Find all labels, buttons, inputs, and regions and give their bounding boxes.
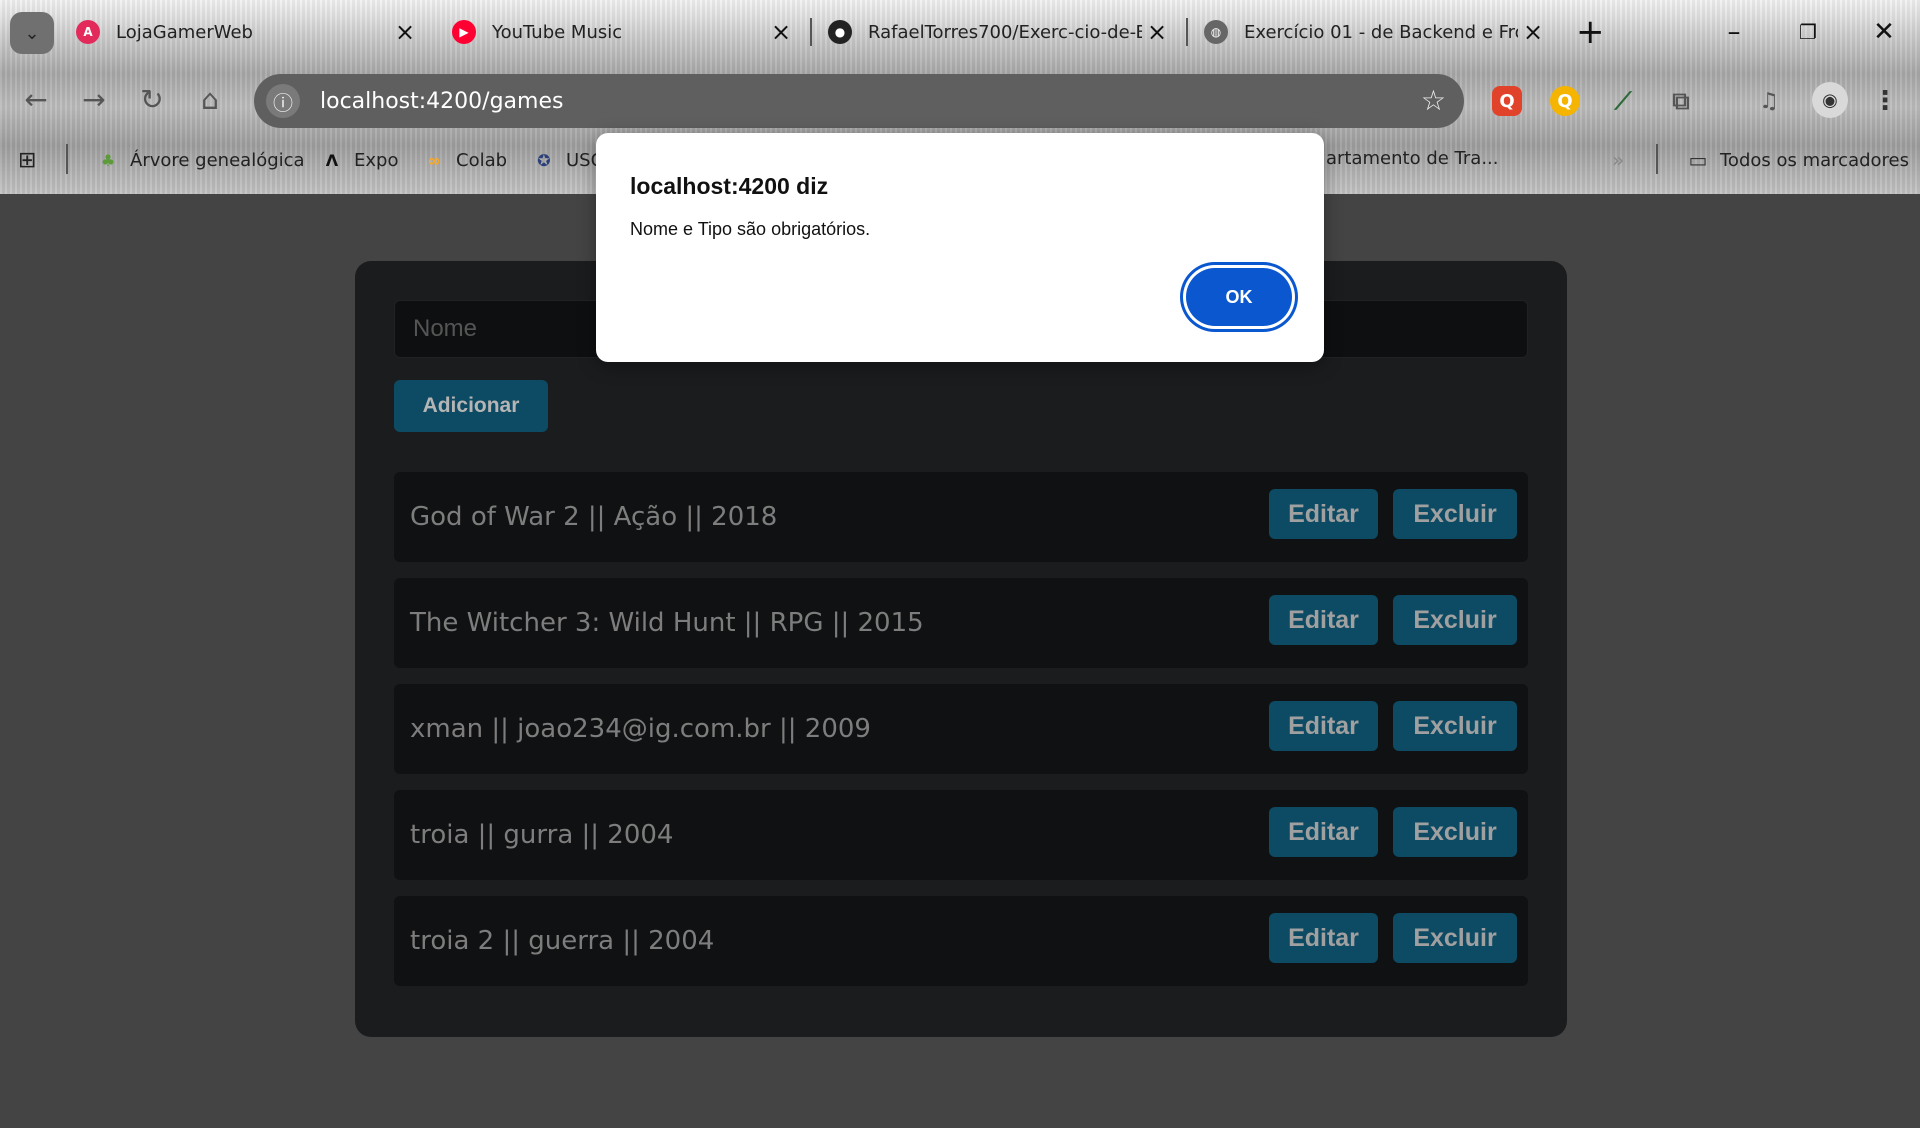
close-icon[interactable]: ×: [390, 18, 420, 46]
delete-button[interactable]: Excluir: [1393, 807, 1517, 857]
alert-dialog: localhost:4200 diz Nome e Tipo são obrig…: [596, 133, 1324, 362]
game-row: troia 2 || guerra || 2004 Editar Excluir: [394, 896, 1528, 986]
edit-button[interactable]: Editar: [1269, 489, 1378, 539]
avatar[interactable]: ◉: [1812, 82, 1848, 118]
search-extension-icon[interactable]: Q: [1492, 86, 1522, 116]
eyedropper-icon[interactable]: ⟋: [1608, 86, 1638, 116]
delete-button[interactable]: Excluir: [1393, 701, 1517, 751]
bookmark-divider: [1656, 144, 1658, 174]
site-info-icon[interactable]: ⓘ: [266, 84, 300, 118]
game-row: troia || gurra || 2004 Editar Excluir: [394, 790, 1528, 880]
tab-lojagamerweb[interactable]: A LojaGamerWeb ×: [76, 10, 420, 54]
game-info: xman || joao234@ig.com.br || 2009: [410, 714, 871, 744]
game-info: The Witcher 3: Wild Hunt || RPG || 2015: [410, 608, 924, 638]
youtube-music-icon: ▶: [452, 20, 476, 44]
game-row: God of War 2 || Ação || 2018 Editar Excl…: [394, 472, 1528, 562]
close-icon[interactable]: ×: [766, 18, 796, 46]
bookmark-usc[interactable]: ✪ USC: [532, 148, 603, 172]
tab-divider: [1186, 18, 1188, 46]
bookmark-label: Árvore genealógica: [130, 149, 305, 171]
game-row: xman || joao234@ig.com.br || 2009 Editar…: [394, 684, 1528, 774]
chevron-down-icon: ⌄: [24, 22, 40, 44]
edit-button[interactable]: Editar: [1269, 595, 1378, 645]
bookmark-arvore[interactable]: ♣ Árvore genealógica: [96, 148, 305, 172]
colab-icon: ∞: [427, 150, 441, 170]
game-info: troia || gurra || 2004: [410, 820, 674, 850]
delete-button[interactable]: Excluir: [1393, 489, 1517, 539]
delete-button[interactable]: Excluir: [1393, 913, 1517, 963]
delete-button[interactable]: Excluir: [1393, 595, 1517, 645]
bookmark-colab[interactable]: ∞ Colab: [422, 148, 507, 172]
github-icon: ●: [828, 20, 852, 44]
tab-youtube-music[interactable]: ▶ YouTube Music ×: [452, 10, 796, 54]
edit-button[interactable]: Editar: [1269, 913, 1378, 963]
window-close-icon[interactable]: ✕: [1864, 14, 1904, 50]
close-icon[interactable]: ×: [1518, 18, 1548, 46]
ok-button[interactable]: OK: [1186, 268, 1292, 326]
game-info: God of War 2 || Ação || 2018: [410, 502, 778, 532]
globe-icon: ◍: [1204, 20, 1228, 44]
bookmark-label: Colab: [456, 149, 508, 171]
tab-exercicio[interactable]: ◍ Exercício 01 - de Backend e Fro ×: [1204, 10, 1548, 54]
address-bar[interactable]: ⓘ localhost:4200/games ☆: [254, 74, 1464, 128]
tab-title: Exercício 01 - de Backend e Fro: [1244, 21, 1518, 43]
extensions-icon[interactable]: ⧉: [1666, 86, 1696, 116]
url-text: localhost:4200/games: [320, 88, 564, 114]
seal-icon: ✪: [537, 150, 551, 170]
tab-title: LojaGamerWeb: [116, 21, 253, 43]
tab-divider: [810, 18, 812, 46]
dialog-title: localhost:4200 diz: [630, 173, 829, 199]
add-button[interactable]: Adicionar: [394, 380, 548, 432]
bookmark-star-icon[interactable]: ☆: [1421, 84, 1446, 117]
game-row: The Witcher 3: Wild Hunt || RPG || 2015 …: [394, 578, 1528, 668]
all-bookmarks[interactable]: ▭ Todos os marcadores: [1686, 148, 1909, 172]
toolbar: ← → ↻ ⌂ ⓘ localhost:4200/games ☆ Q Q ⟋ ⧉…: [0, 70, 1920, 130]
more-menu-icon[interactable]: ⋮: [1870, 86, 1900, 116]
folder-icon: ▭: [1688, 148, 1708, 172]
all-bookmarks-label: Todos os marcadores: [1720, 149, 1909, 171]
tab-title: YouTube Music: [492, 21, 623, 43]
minimize-icon[interactable]: –: [1714, 14, 1754, 50]
back-icon[interactable]: ←: [16, 80, 56, 120]
expo-icon: Λ: [325, 150, 339, 170]
magnifier-extension-icon[interactable]: Q: [1550, 86, 1580, 116]
edit-button[interactable]: Editar: [1269, 701, 1378, 751]
new-tab-button[interactable]: +: [1576, 14, 1605, 50]
dialog-message: Nome e Tipo são obrigatórios.: [630, 219, 871, 239]
forward-icon[interactable]: →: [74, 80, 114, 120]
reload-icon[interactable]: ↻: [132, 80, 172, 120]
media-controls-icon[interactable]: ♫: [1754, 86, 1784, 116]
tree-icon: ♣: [100, 150, 116, 170]
tab-title: RafaelTorres700/Exerc-cio-de-B: [868, 21, 1142, 43]
games-panel: Adicionar God of War 2 || Ação || 2018 E…: [355, 261, 1567, 1037]
tab-strip: ⌄ A LojaGamerWeb × ▶ YouTube Music × ● R…: [0, 0, 1920, 64]
tab-search-button[interactable]: ⌄: [10, 12, 54, 54]
close-icon[interactable]: ×: [1142, 18, 1172, 46]
bookmark-expo[interactable]: Λ Expo: [320, 148, 399, 172]
bookmark-label: Expo: [354, 149, 399, 171]
edit-button[interactable]: Editar: [1269, 807, 1378, 857]
bookmark-departamento[interactable]: artamento de Tra...: [1326, 148, 1499, 169]
angular-icon: A: [76, 20, 100, 44]
bookmark-label: artamento de Tra...: [1326, 148, 1499, 169]
bookmarks-overflow-icon[interactable]: »: [1612, 148, 1624, 172]
restore-icon[interactable]: ❐: [1788, 14, 1828, 50]
bookmark-divider: [66, 144, 68, 174]
apps-grid-icon[interactable]: ⊞: [18, 148, 36, 173]
tab-github[interactable]: ● RafaelTorres700/Exerc-cio-de-B ×: [828, 10, 1172, 54]
home-icon[interactable]: ⌂: [190, 80, 230, 120]
game-info: troia 2 || guerra || 2004: [410, 926, 715, 956]
